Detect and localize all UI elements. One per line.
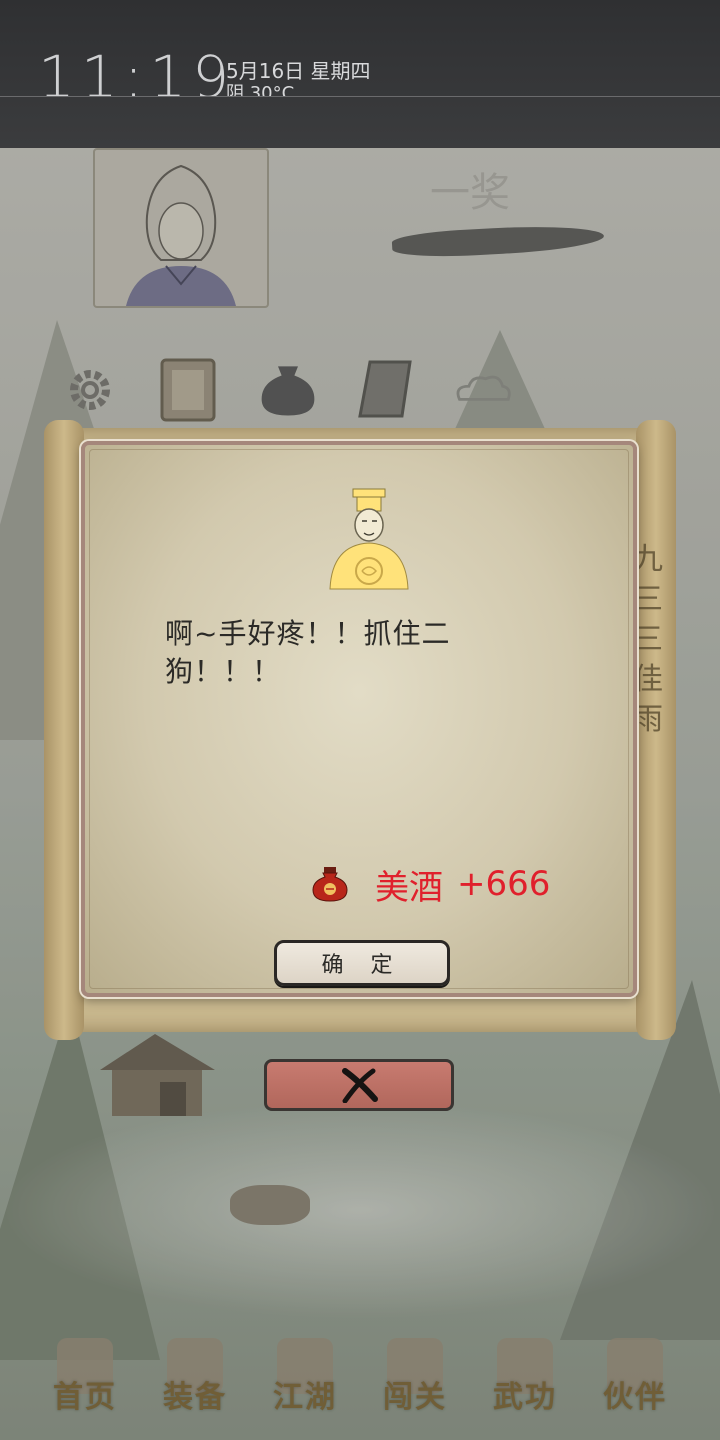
reward-name: 美酒 [375,867,443,908]
scroll-rod-left [44,420,84,1040]
confirm-button[interactable]: 确 定 [274,940,450,986]
status-divider [0,96,720,97]
reward-row: 美酒 +666 [311,859,550,909]
scroll-side-text: 九三三佳雨 [633,542,663,737]
wine-jar-icon [311,865,349,903]
status-clock: 11:19 [38,43,236,96]
dialog-message: 啊~手好疼！！抓住二狗！！！ [165,617,451,688]
status-weather: 阴 30°C [226,84,295,96]
status-bar: 11:19 5月16日 星期四 阴 30°C [0,0,720,148]
reward-amount: +666 [457,864,551,904]
official-avatar-icon [326,487,412,591]
close-icon [342,1068,378,1103]
reward-dialog: 啊~手好疼！！抓住二狗！！！ 美酒 +666 确 定 [81,441,637,997]
close-button[interactable] [264,1059,454,1111]
status-date: 5月16日 星期四 [226,59,371,83]
